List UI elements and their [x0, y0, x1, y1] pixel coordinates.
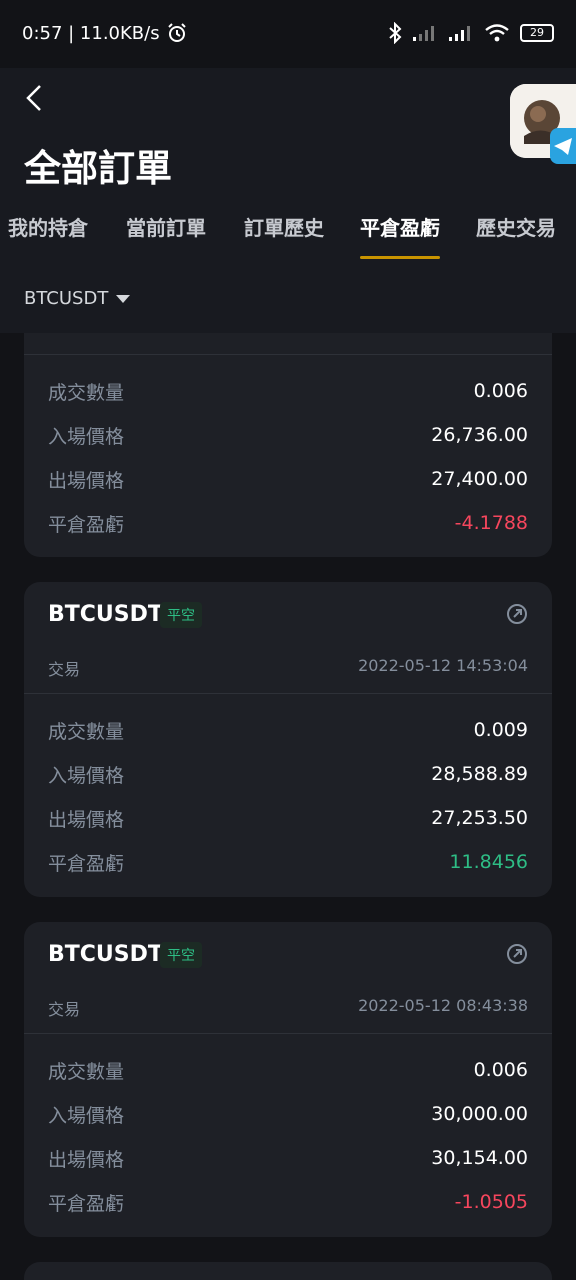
telegram-plane — [554, 138, 572, 155]
symbol-filter[interactable]: BTCUSDT — [24, 288, 131, 309]
tab-closed-pnl[interactable]: 平倉盈虧 — [360, 208, 440, 263]
symbol-filter-label: BTCUSDT — [24, 288, 109, 309]
row-value: 11.8456 — [449, 851, 528, 873]
card-header: BTCUSDT 平空 交易 2022-05-12 08:43:38 — [24, 922, 552, 1034]
row-value: 27,253.50 — [431, 807, 528, 829]
row-exit-price: 出場價格 30,154.00 — [24, 1136, 552, 1180]
row-closed-pnl: 平倉盈虧 -1.0505 — [24, 1180, 552, 1224]
header: 全部訂單 我的持倉 當前訂單 訂單歷史 平倉盈虧 歷史交易 BTCUSDT — [0, 68, 576, 333]
row-value: 28,588.89 — [431, 763, 528, 785]
row-value: 0.006 — [473, 380, 528, 402]
signal-icon — [413, 26, 434, 41]
card-header: BTCUSDT 平空 交易 2022-05-12 14:53:04 — [24, 582, 552, 694]
row-value: 30,000.00 — [431, 1103, 528, 1125]
page-title: 全部訂單 — [24, 147, 172, 190]
row-filled-qty: 成交數量 0.006 — [24, 369, 552, 413]
card-symbol: BTCUSDT — [48, 942, 163, 967]
row-closed-pnl: 平倉盈虧 -4.1788 — [24, 501, 552, 545]
caret-down-icon — [116, 294, 131, 303]
pnl-list: 成交數量 0.006 入場價格 26,736.00 出場價格 27,400.00… — [0, 333, 576, 1280]
tab-bar: 我的持倉 當前訂單 訂單歷史 平倉盈虧 歷史交易 — [0, 208, 576, 263]
row-label: 入場價格 — [48, 1104, 125, 1127]
battery-icon: 29 — [520, 24, 554, 42]
pnl-card: 成交數量 0.006 入場價格 26,736.00 出場價格 27,400.00… — [24, 333, 552, 557]
tab-trade-history[interactable]: 歷史交易 — [476, 208, 556, 263]
row-label: 平倉盈虧 — [48, 1192, 125, 1215]
alarm-icon — [167, 23, 186, 42]
tab-open-orders[interactable]: 當前訂單 — [126, 208, 206, 263]
row-label: 入場價格 — [48, 764, 125, 787]
tab-my-positions[interactable]: 我的持倉 — [8, 208, 88, 263]
row-entry-price: 入場價格 28,588.89 — [24, 752, 552, 796]
row-label: 成交數量 — [48, 381, 125, 404]
pnl-card — [24, 1262, 552, 1280]
row-exit-price: 出場價格 27,400.00 — [24, 457, 552, 501]
telegram-icon[interactable] — [550, 128, 576, 164]
row-label: 入場價格 — [48, 425, 125, 448]
row-entry-price: 入場價格 26,736.00 — [24, 413, 552, 457]
card-rows: 成交數量 0.006 入場價格 30,000.00 出場價格 30,154.00… — [24, 1034, 552, 1224]
trade-time: 2022-05-12 08:43:38 — [358, 996, 528, 1015]
trade-type: 交易 — [48, 660, 81, 679]
row-label: 平倉盈虧 — [48, 852, 125, 875]
wifi-icon — [485, 24, 509, 42]
side-badge: 平空 — [160, 602, 202, 628]
row-label: 平倉盈虧 — [48, 513, 125, 536]
pnl-card: BTCUSDT 平空 交易 2022-05-12 08:43:38 成交數量 0… — [24, 922, 552, 1237]
row-closed-pnl: 平倉盈虧 11.8456 — [24, 840, 552, 884]
row-entry-price: 入場價格 30,000.00 — [24, 1092, 552, 1136]
row-value: -4.1788 — [454, 512, 528, 534]
row-label: 成交數量 — [48, 720, 125, 743]
side-badge: 平空 — [160, 942, 202, 968]
pnl-card: BTCUSDT 平空 交易 2022-05-12 14:53:04 成交數量 0… — [24, 582, 552, 897]
status-bar: 0:57 | 11.0KB/s 29 — [0, 0, 576, 68]
row-value: -1.0505 — [454, 1191, 528, 1213]
status-left: 0:57 | 11.0KB/s — [22, 22, 188, 44]
row-label: 出場價格 — [48, 1148, 125, 1171]
row-filled-qty: 成交數量 0.009 — [24, 708, 552, 752]
row-filled-qty: 成交數量 0.006 — [24, 1048, 552, 1092]
row-label: 成交數量 — [48, 1060, 125, 1083]
card-header-clipped — [24, 333, 552, 355]
row-value: 0.009 — [473, 719, 528, 741]
bluetooth-icon — [389, 22, 402, 44]
row-label: 出場價格 — [48, 469, 125, 492]
row-value: 26,736.00 — [431, 424, 528, 446]
row-label: 出場價格 — [48, 808, 125, 831]
row-value: 27,400.00 — [431, 468, 528, 490]
trade-time: 2022-05-12 14:53:04 — [358, 656, 528, 675]
card-rows: 成交數量 0.009 入場價格 28,588.89 出場價格 27,253.50… — [24, 694, 552, 884]
row-value: 0.006 — [473, 1059, 528, 1081]
row-value: 30,154.00 — [431, 1147, 528, 1169]
tab-order-history[interactable]: 訂單歷史 — [244, 208, 324, 263]
status-time: 0:57 | 11.0KB/s — [22, 22, 160, 44]
status-right: 29 — [388, 22, 554, 44]
card-symbol: BTCUSDT — [48, 602, 163, 627]
signal-icon-2 — [449, 26, 470, 41]
trade-type: 交易 — [48, 1000, 81, 1019]
share-icon[interactable] — [506, 943, 528, 965]
card-rows: 成交數量 0.006 入場價格 26,736.00 出場價格 27,400.00… — [24, 355, 552, 545]
back-arrow-icon[interactable] — [18, 80, 54, 116]
row-exit-price: 出場價格 27,253.50 — [24, 796, 552, 840]
share-icon[interactable] — [506, 603, 528, 625]
